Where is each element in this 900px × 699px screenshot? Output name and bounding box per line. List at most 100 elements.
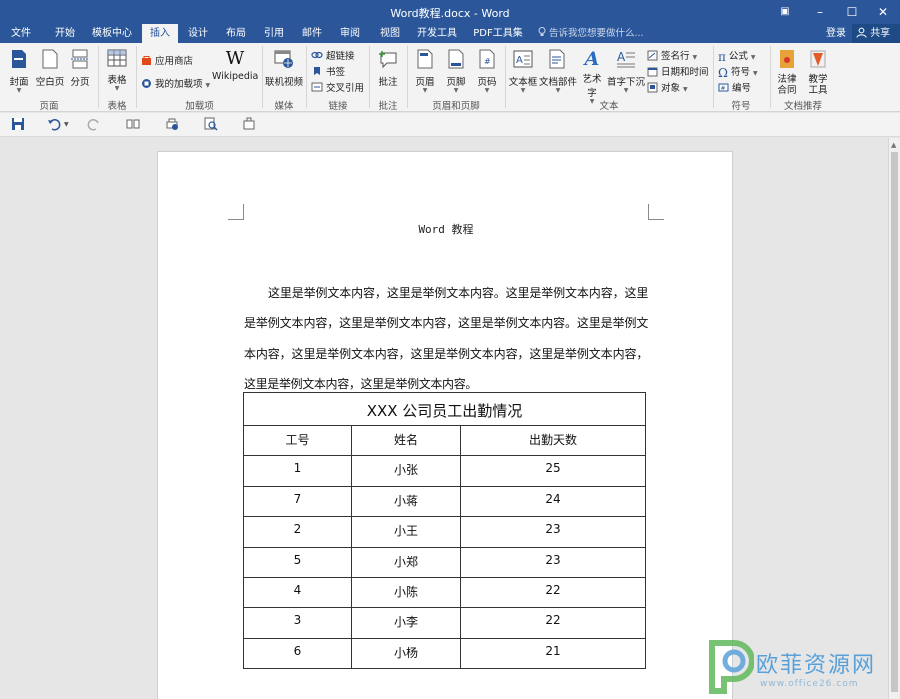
cell-name[interactable]: 小陈 <box>351 576 461 609</box>
new-comment-button[interactable]: 批注 <box>373 49 403 88</box>
close-button[interactable]: ✕ <box>866 0 900 24</box>
hyperlink-button[interactable]: 超链接 <box>311 48 355 63</box>
group-addins-label: 加载项 <box>185 101 214 112</box>
blank-page-button[interactable]: 空白页 <box>34 49 66 88</box>
tab-pdf-tools[interactable]: PDF工具集 <box>470 24 526 43</box>
cell-name[interactable]: 小王 <box>351 516 461 548</box>
cell-days[interactable]: 23 <box>460 516 646 548</box>
column-header-name[interactable]: 姓名 <box>351 424 461 457</box>
cell-id[interactable]: 1 <box>243 455 352 487</box>
page-number-button[interactable]: # 页码 ▼ <box>473 49 501 94</box>
tab-design[interactable]: 设计 <box>183 24 213 43</box>
cell-id[interactable]: 7 <box>243 485 352 518</box>
table-row: 1 小张 25 <box>243 455 646 487</box>
vertical-scrollbar[interactable]: ▲ <box>888 138 900 699</box>
tab-home[interactable]: 开始 <box>48 24 82 43</box>
tab-review[interactable]: 审阅 <box>335 24 365 43</box>
symbol-button[interactable]: Ω 符号 ▼ <box>718 64 758 80</box>
table-caption[interactable]: XXX 公司员工出勤情况 <box>243 392 646 426</box>
header-button[interactable]: 页眉 ▼ <box>411 49 439 94</box>
cell-id[interactable]: 6 <box>243 637 352 670</box>
scroll-up-icon[interactable]: ▲ <box>891 141 896 149</box>
cell-id[interactable]: 5 <box>243 546 352 578</box>
date-time-button[interactable]: 日期和时间 <box>647 64 709 80</box>
law-contract-label-1: 法律 <box>777 74 797 85</box>
undo-icon[interactable] <box>47 117 63 133</box>
ribbon-display-options-button[interactable]: ▣ <box>768 0 802 24</box>
law-contract-label-2: 合同 <box>777 85 797 96</box>
signature-line-button[interactable]: 签名行 ▼ <box>647 48 697 64</box>
teaching-tools-button[interactable]: 教学 工具 <box>804 49 832 96</box>
cell-days[interactable]: 21 <box>460 637 646 670</box>
column-header-id[interactable]: 工号 <box>243 424 352 457</box>
date-time-label: 日期和时间 <box>661 67 709 78</box>
cell-name[interactable]: 小蒋 <box>351 485 461 518</box>
wordart-button[interactable]: A 艺术字 ▼ <box>578 49 606 105</box>
share-button[interactable]: 共享 <box>852 24 900 43</box>
redo-icon[interactable] <box>87 117 103 133</box>
restore-button[interactable]: ☐ <box>835 0 869 24</box>
store-button[interactable]: 应用商店 <box>141 53 193 69</box>
undo-dropdown-icon[interactable]: ▼ <box>64 121 69 128</box>
cell-days[interactable]: 25 <box>460 455 646 487</box>
page-break-button[interactable]: 分页 <box>67 49 93 88</box>
cell-days[interactable]: 24 <box>460 485 646 518</box>
link-icon <box>311 50 323 63</box>
cell-days[interactable]: 22 <box>460 576 646 609</box>
table-button[interactable]: 表格 ▼ <box>101 49 133 92</box>
save-icon[interactable] <box>11 117 27 133</box>
cover-page-button[interactable]: 封面 ▼ <box>4 49 34 94</box>
object-button[interactable]: 对象 ▼ <box>647 80 688 96</box>
scrollbar-thumb[interactable] <box>891 152 898 692</box>
login-link[interactable]: 登录 <box>826 24 846 43</box>
cell-name[interactable]: 小张 <box>351 455 461 487</box>
group-separator <box>306 46 307 108</box>
zoom-page-icon[interactable] <box>204 117 220 133</box>
my-addins-button[interactable]: 我的加载项 ▼ <box>141 76 210 92</box>
tab-templates[interactable]: 模板中心 <box>90 24 134 43</box>
cell-id[interactable]: 3 <box>243 607 352 639</box>
tab-developer[interactable]: 开发工具 <box>414 24 460 43</box>
two-pages-icon[interactable] <box>126 117 142 133</box>
share-label: 共享 <box>870 28 891 39</box>
cell-id[interactable]: 2 <box>243 516 352 548</box>
group-media-label: 媒体 <box>274 101 294 112</box>
cell-name[interactable]: 小郑 <box>351 546 461 578</box>
svg-text:#: # <box>721 85 726 92</box>
tab-mailings[interactable]: 邮件 <box>297 24 327 43</box>
textbox-button[interactable]: A 文本框 ▼ <box>508 49 538 94</box>
touch-mode-icon[interactable] <box>242 117 258 133</box>
tell-me-box[interactable]: 告诉我您想要做什么... <box>538 24 644 43</box>
wikipedia-button[interactable]: W Wikipedia <box>212 49 258 83</box>
column-header-days[interactable]: 出勤天数 <box>460 424 646 457</box>
drop-cap-button[interactable]: A 首字下沉 ▼ <box>607 49 645 94</box>
bookmark-button[interactable]: 书签 <box>311 64 345 79</box>
cell-name[interactable]: 小李 <box>351 607 461 639</box>
body-paragraph[interactable]: 这里是举例文本内容，这里是举例文本内容。这里是举例文本内容，这里是举例文本内容，… <box>244 278 648 399</box>
online-video-button[interactable]: 联机视频 <box>265 49 303 88</box>
minimize-button[interactable]: – <box>803 0 837 24</box>
tab-references[interactable]: 引用 <box>259 24 289 43</box>
equation-button[interactable]: π 公式 ▼ <box>718 48 756 64</box>
law-contract-button[interactable]: 法律 合同 <box>773 49 801 96</box>
tab-layout[interactable]: 布局 <box>221 24 251 43</box>
store-label: 应用商店 <box>155 56 194 67</box>
attendance-table[interactable]: XXX 公司员工出勤情况 工号 姓名 出勤天数 1 小张 25 7 小蒋 2 4 … <box>243 392 646 670</box>
tab-insert[interactable]: 插入 <box>142 24 178 43</box>
numbering-button[interactable]: # 编号 <box>718 80 751 96</box>
cell-days[interactable]: 23 <box>460 546 646 578</box>
page-number-icon: # <box>473 49 501 72</box>
print-preview-icon[interactable] <box>165 117 181 133</box>
tab-view[interactable]: 视图 <box>373 24 407 43</box>
table-row: 6 小杨 21 <box>243 637 646 670</box>
cell-id[interactable]: 4 <box>243 576 352 609</box>
quick-parts-button[interactable]: 文档部件 ▼ <box>539 49 577 94</box>
page-header-text[interactable]: Word 教程 <box>158 221 734 237</box>
group-text-label: 文本 <box>599 101 619 112</box>
cell-name[interactable]: 小杨 <box>351 637 461 670</box>
tab-file[interactable]: 文件 <box>6 24 36 43</box>
teaching-icon <box>804 49 832 72</box>
footer-button[interactable]: 页脚 ▼ <box>442 49 470 94</box>
cross-reference-button[interactable]: 交叉引用 <box>311 80 364 95</box>
cell-days[interactable]: 22 <box>460 607 646 639</box>
